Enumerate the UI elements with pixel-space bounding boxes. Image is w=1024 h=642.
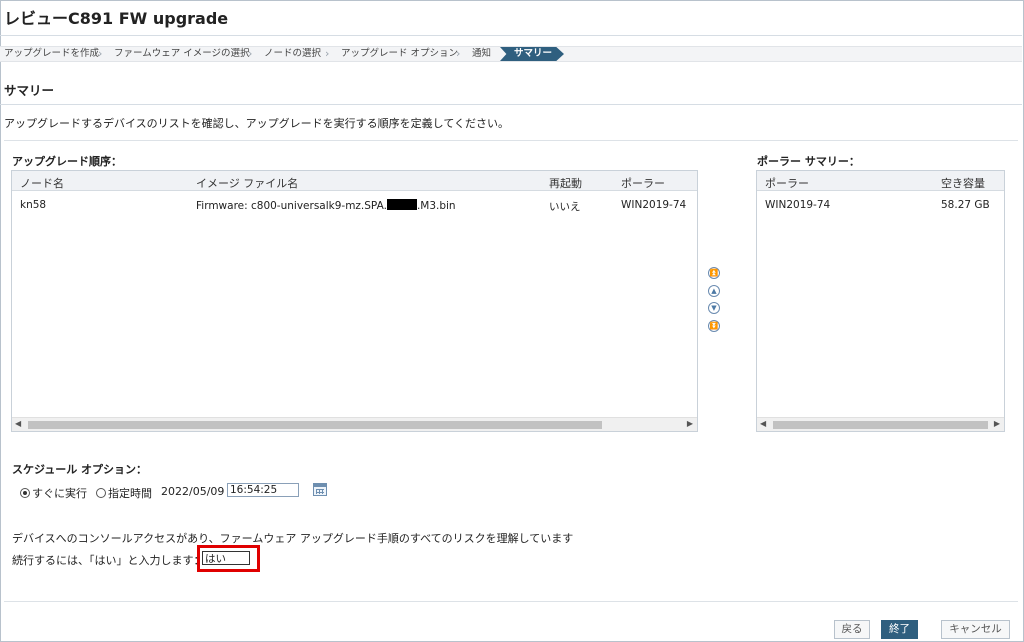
cell-reboot: いいえ — [549, 201, 581, 213]
finish-button[interactable]: 終了 — [881, 620, 918, 639]
breadcrumb-step-options[interactable]: アップグレード オプション — [341, 47, 458, 61]
column-poller[interactable]: ポーラー — [765, 175, 809, 191]
risk-statement: デバイスへのコンソールアクセスがあり、ファームウェア アップグレード手順のすべて… — [12, 532, 574, 545]
column-reboot[interactable]: 再起動 — [549, 175, 582, 191]
chevron-right-icon: › — [456, 47, 461, 60]
divider — [0, 104, 1022, 105]
move-top-icon[interactable]: ⏫ — [708, 267, 720, 279]
radio-specified-time[interactable]: 指定時間 — [96, 485, 152, 501]
poller-summary-table: ポーラー 空き容量 WIN2019-74 58.27 GB ◀ ▶ — [756, 170, 1005, 432]
upgrade-order-label: アップグレード順序： — [12, 155, 122, 168]
back-button[interactable]: 戻る — [834, 620, 870, 639]
scrollbar-thumb[interactable] — [28, 421, 602, 429]
poller-summary-label: ポーラー サマリー： — [757, 155, 860, 168]
radio-run-now-label: すぐに実行 — [32, 487, 87, 500]
breadcrumb: アップグレードを作成 › ファームウェア イメージの選択 › ノードの選択 › … — [0, 46, 1022, 62]
redacted-block — [386, 199, 417, 210]
scrollbar-thumb[interactable] — [773, 421, 988, 429]
move-up-icon[interactable]: ▲ — [708, 285, 720, 297]
radio-selected-icon[interactable] — [20, 488, 30, 498]
highlight-annotation — [197, 545, 260, 572]
table-header: ノード名 イメージ ファイル名 再起動 ポーラー — [12, 171, 697, 191]
cell-node-name: kn58 — [20, 199, 47, 211]
confirm-prompt: 続行するには、「はい」と入力します： — [12, 554, 205, 567]
move-down-icon[interactable]: ▼ — [708, 302, 720, 314]
page-description: アップグレードするデバイスのリストを確認し、アップグレードを実行する順序を定義し… — [4, 117, 510, 130]
scroll-left-icon[interactable]: ◀ — [760, 419, 766, 428]
scroll-right-icon[interactable]: ▶ — [687, 419, 693, 428]
scroll-left-icon[interactable]: ◀ — [15, 419, 21, 428]
cell-image-file: Firmware: c800-universalk9-mz.SPA. .M3.bi… — [196, 199, 456, 212]
cell-poller: WIN2019-74 — [621, 199, 687, 211]
move-bottom-icon[interactable]: ⏬ — [708, 320, 720, 332]
breadcrumb-step-create[interactable]: アップグレードを作成 — [4, 47, 99, 61]
chevron-right-icon: › — [98, 47, 103, 60]
image-file-suffix: .M3.bin — [416, 200, 456, 212]
column-node-name[interactable]: ノード名 — [20, 175, 64, 191]
column-poller[interactable]: ポーラー — [621, 175, 665, 191]
column-image-file[interactable]: イメージ ファイル名 — [196, 175, 298, 191]
radio-run-now[interactable]: すぐに実行 — [20, 485, 87, 501]
horizontal-scrollbar[interactable]: ◀ ▶ — [12, 417, 697, 431]
radio-unselected-icon[interactable] — [96, 488, 106, 498]
chevron-right-icon: › — [248, 47, 253, 60]
schedule-time-input[interactable] — [227, 483, 299, 497]
column-free-space[interactable]: 空き容量 — [941, 175, 985, 191]
breadcrumb-step-summary[interactable]: サマリー — [500, 47, 564, 61]
breadcrumb-step-nodes[interactable]: ノードの選択 — [264, 47, 321, 61]
cell-poller: WIN2019-74 — [765, 199, 831, 211]
cell-free-space: 58.27 GB — [941, 199, 990, 211]
divider — [0, 35, 1022, 36]
schedule-date: 2022/05/09 — [161, 485, 225, 498]
breadcrumb-step-notify[interactable]: 通知 — [472, 47, 491, 61]
radio-specified-time-label: 指定時間 — [108, 487, 152, 500]
schedule-options-label: スケジュール オプション： — [12, 463, 148, 476]
page-title: レビューC891 FW upgrade — [4, 9, 229, 28]
scroll-right-icon[interactable]: ▶ — [994, 419, 1000, 428]
cancel-button[interactable]: キャンセル — [941, 620, 1010, 639]
calendar-icon[interactable] — [313, 483, 327, 496]
section-title: サマリー — [4, 83, 55, 98]
image-file-prefix: Firmware: c800-universalk9-mz.SPA. — [196, 200, 387, 212]
horizontal-scrollbar[interactable]: ◀ ▶ — [757, 417, 1004, 431]
upgrade-order-table: ノード名 イメージ ファイル名 再起動 ポーラー kn58 Firmware: … — [11, 170, 698, 432]
chevron-right-icon: › — [325, 47, 330, 60]
table-header: ポーラー 空き容量 — [757, 171, 1004, 191]
breadcrumb-step-image[interactable]: ファームウェア イメージの選択 — [114, 47, 250, 61]
